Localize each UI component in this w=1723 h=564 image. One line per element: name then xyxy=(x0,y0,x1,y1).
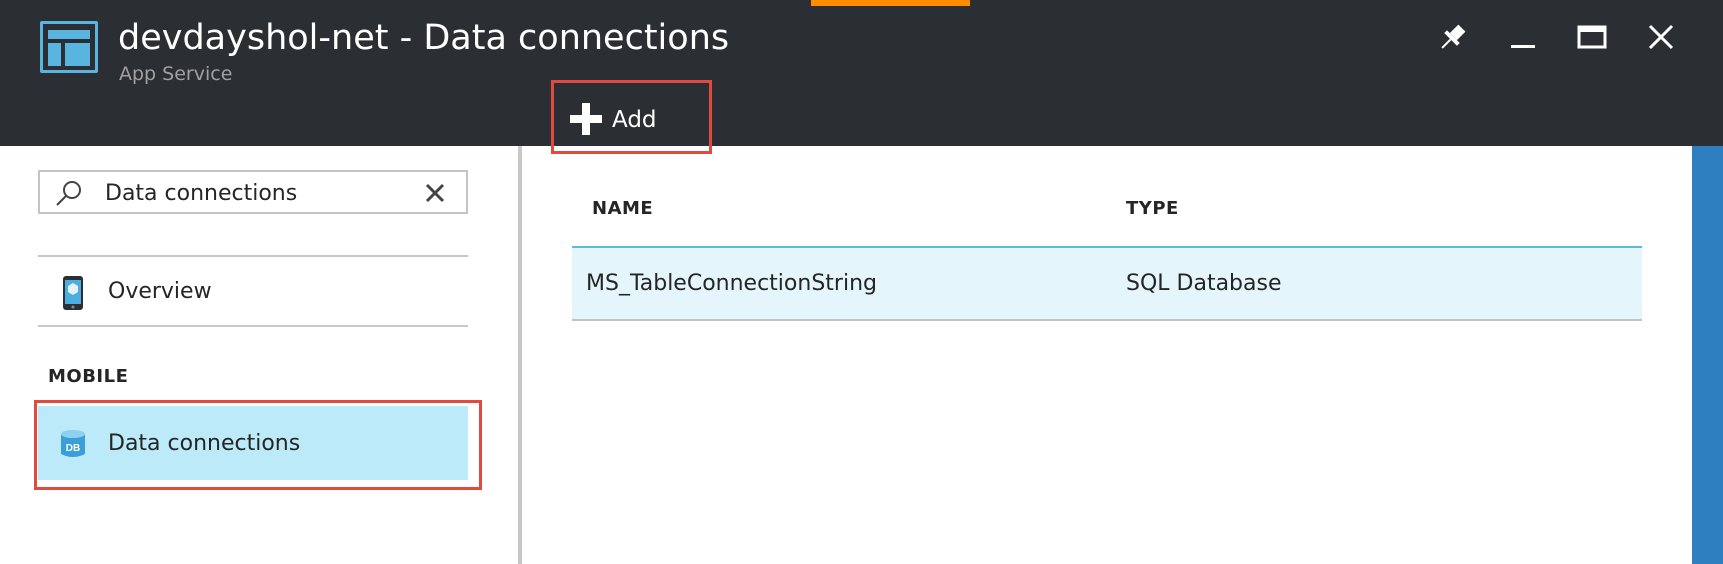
svg-text:DB: DB xyxy=(66,443,80,454)
maximize-icon xyxy=(1577,25,1607,49)
menu-item-label: Overview xyxy=(108,279,212,304)
maximize-button[interactable] xyxy=(1572,18,1612,58)
active-blade-indicator xyxy=(811,0,970,6)
pin-icon xyxy=(1441,24,1466,49)
menu-section-title: MOBILE xyxy=(48,366,129,387)
add-button-label: Add xyxy=(612,107,657,133)
table-row[interactable]: MS_TableConnectionString SQL Database xyxy=(572,248,1642,321)
connection-type-cell: SQL Database xyxy=(1126,271,1282,296)
menu-divider xyxy=(38,325,468,327)
adjacent-blade-edge xyxy=(1692,0,1723,564)
close-button[interactable] xyxy=(1641,18,1681,58)
plus-icon xyxy=(570,103,602,135)
menu-item-data-connections[interactable]: DB Data connections xyxy=(38,406,468,480)
search-icon xyxy=(56,181,81,206)
pin-button[interactable] xyxy=(1432,18,1472,58)
minimize-icon xyxy=(1511,45,1535,48)
blade-subtitle: App Service xyxy=(119,63,233,85)
blade-header: devdayshol-net - Data connections App Se… xyxy=(0,0,1692,154)
menu-item-overview[interactable]: Overview xyxy=(38,257,468,327)
menu-item-label: Data connections xyxy=(108,431,301,456)
connection-name-cell: MS_TableConnectionString xyxy=(586,271,877,296)
blade-title: devdayshol-net - Data connections xyxy=(118,18,730,58)
menu-search-box[interactable] xyxy=(38,170,468,214)
app-service-icon xyxy=(40,21,98,73)
close-icon xyxy=(1648,24,1674,50)
column-header-type[interactable]: TYPE xyxy=(1126,198,1179,219)
column-header-name[interactable]: NAME xyxy=(592,198,653,219)
mobile-phone-icon xyxy=(63,276,83,310)
add-button[interactable]: Add xyxy=(551,80,712,154)
minimize-button[interactable] xyxy=(1503,18,1543,58)
database-icon: DB xyxy=(61,430,85,457)
clear-search-icon[interactable] xyxy=(423,181,447,205)
pane-divider[interactable] xyxy=(518,146,522,564)
menu-search-input[interactable] xyxy=(105,181,405,206)
